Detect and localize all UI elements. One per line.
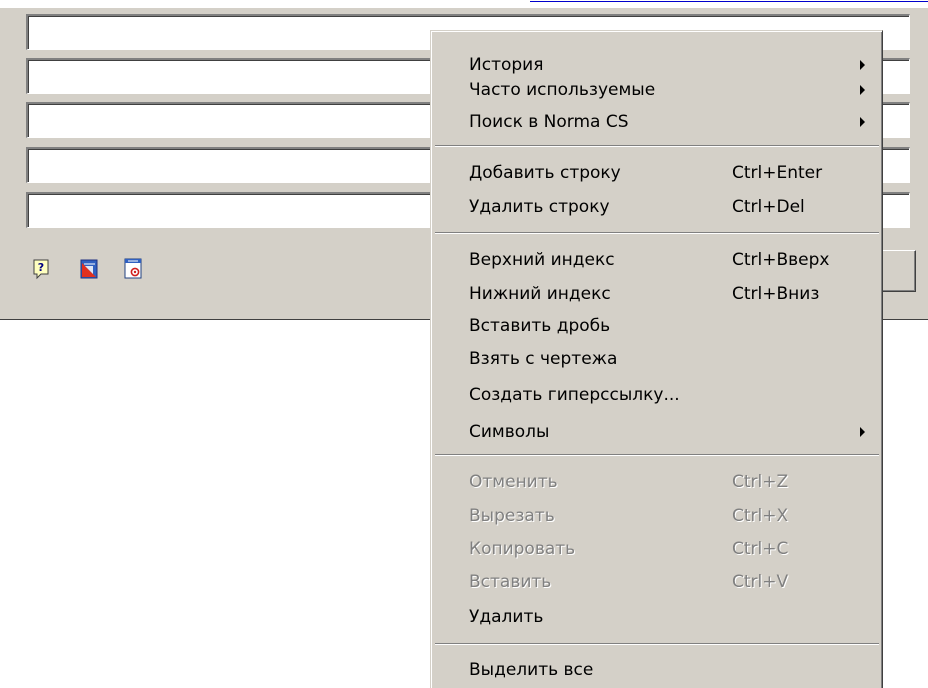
menu-item-shortcut: Ctrl+Z [732,472,789,492]
submenu-arrow-icon [860,117,865,127]
settings-window-icon[interactable] [124,258,142,280]
menu-item-delete-row[interactable]: Удалить строку Ctrl+Del [435,192,879,222]
menu-item-label: Верхний индекс [469,250,615,270]
drawing-icon[interactable] [80,258,98,280]
context-menu: История Часто используемые Поиск в Norma… [430,30,883,688]
menu-item-label: Часто используемые [469,80,656,100]
menu-item-create-hyperlink[interactable]: Создать гиперссылку... [435,380,879,410]
submenu-arrow-icon [860,85,865,95]
menu-item-paste: Вставить Ctrl+V [435,567,879,597]
menu-item-label: Копировать [469,539,576,559]
menu-separator [435,643,879,645]
menu-item-label: Удалить строку [469,197,610,217]
menu-item-copy: Копировать Ctrl+C [435,534,879,564]
menu-item-label: Вырезать [469,506,555,526]
menu-item-frequently-used[interactable]: Часто используемые [435,75,879,105]
menu-item-undo: Отменить Ctrl+Z [435,467,879,497]
menu-item-label: Выделить все [469,660,594,680]
menu-item-label: Добавить строку [469,163,621,183]
menu-item-label: Вставить [469,572,552,592]
menu-item-label: Нижний индекс [469,284,611,304]
submenu-arrow-icon [860,427,865,437]
help-icon[interactable]: ? [32,258,50,280]
menu-separator [435,454,879,456]
menu-item-symbols[interactable]: Символы [435,417,879,447]
menu-separator [435,145,879,147]
menu-item-shortcut: Ctrl+Enter [732,163,823,183]
menu-item-label: Символы [469,422,550,442]
menu-item-insert-fraction[interactable]: Вставить дробь [435,311,879,341]
menu-item-shortcut: Ctrl+Del [732,197,805,217]
menu-item-superscript[interactable]: Верхний индекс Ctrl+Вверх [435,245,879,275]
menu-item-label: Создать гиперссылку... [469,385,680,405]
menu-item-shortcut: Ctrl+V [732,572,789,592]
menu-item-take-from-drawing[interactable]: Взять с чертежа [435,344,879,374]
menu-item-search-norma[interactable]: Поиск в Norma CS [435,107,879,137]
menu-item-shortcut: Ctrl+Вниз [732,284,820,304]
hyperlink-underline[interactable] [530,0,928,2]
menu-item-shortcut: Ctrl+Вверх [732,250,830,270]
menu-item-subscript[interactable]: Нижний индекс Ctrl+Вниз [435,279,879,309]
menu-item-label: Удалить [469,607,544,627]
menu-item-select-all[interactable]: Выделить все [435,655,879,685]
menu-item-label: Взять с чертежа [469,349,618,369]
menu-item-shortcut: Ctrl+C [732,539,789,559]
menu-item-shortcut: Ctrl+X [732,506,789,526]
svg-text:?: ? [38,261,44,274]
menu-item-add-row[interactable]: Добавить строку Ctrl+Enter [435,158,879,188]
menu-item-label: Отменить [469,472,558,492]
menu-item-label: Поиск в Norma CS [469,112,629,132]
menu-separator [435,232,879,234]
menu-item-cut: Вырезать Ctrl+X [435,501,879,531]
menu-item-delete[interactable]: Удалить [435,602,879,632]
menu-item-label: Вставить дробь [469,316,611,336]
submenu-arrow-icon [860,60,865,70]
